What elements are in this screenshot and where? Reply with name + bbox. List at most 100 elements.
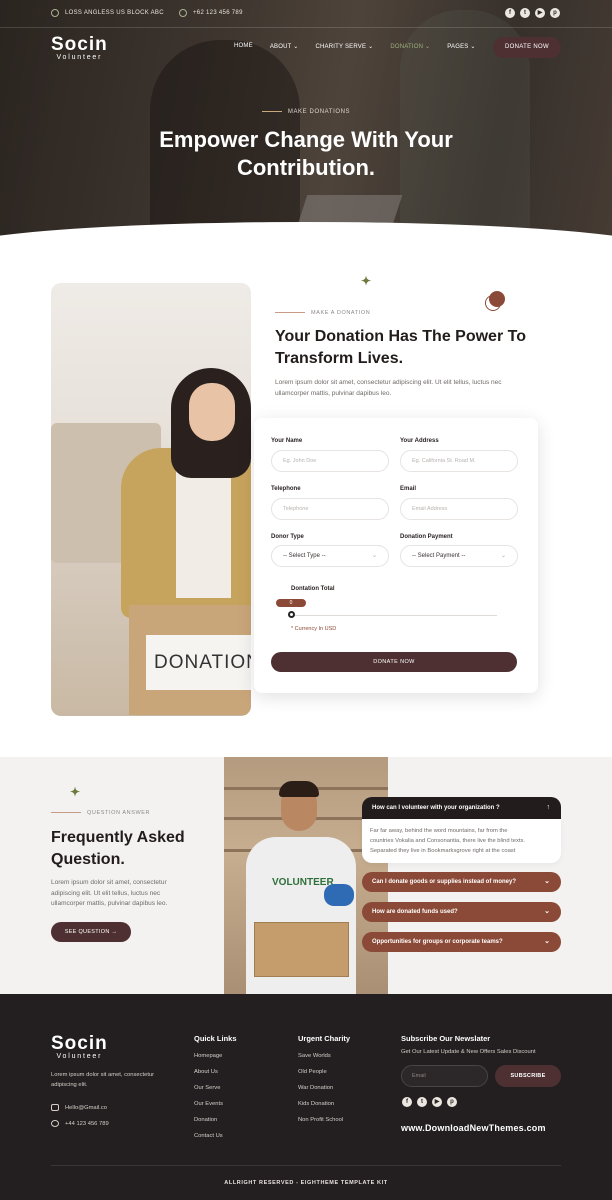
urgent-charity-title: Urgent Charity: [298, 1034, 351, 1043]
newsletter-email-input[interactable]: Email: [401, 1065, 488, 1087]
charity-link-war-donation[interactable]: War Donation: [298, 1085, 333, 1091]
name-input[interactable]: Eg. John Doe: [271, 450, 389, 472]
footer-link-about[interactable]: About Us: [194, 1069, 218, 1075]
see-question-button[interactable]: SEE QUESTION →: [51, 922, 131, 942]
donor-type-select[interactable]: -- Select Type -- ⌄: [271, 545, 389, 567]
donation-total-slider-handle[interactable]: [288, 611, 295, 618]
top-bar: LOSS ANGLESS US BLOCK ABC +62 123 456 78…: [0, 0, 612, 28]
twitter-icon[interactable]: t: [520, 8, 530, 18]
footer-link-homepage[interactable]: Homepage: [194, 1053, 222, 1059]
footer: [0, 994, 612, 1200]
donation-title-line2: Transform Lives.: [275, 350, 404, 367]
faq-title-line2: Question.: [51, 851, 125, 868]
photo-crate-shape: [254, 922, 349, 977]
email-label: Email: [400, 486, 417, 492]
form-donate-button[interactable]: DONATE NOW: [271, 652, 517, 672]
header-logo[interactable]: Socin Volunteer: [51, 35, 108, 61]
faq-question-3[interactable]: How are donated funds used? ⌄: [362, 902, 561, 922]
nav-about[interactable]: ABOUT ⌄: [270, 43, 299, 50]
sparkle-icon: ✦: [361, 274, 372, 288]
pinterest-icon[interactable]: p: [550, 8, 560, 18]
photo-hair-shape: [279, 781, 319, 797]
hero-title: Empower Change With Your Contribution.: [0, 126, 612, 182]
pinterest-icon[interactable]: p: [447, 1097, 457, 1107]
watermark-text: www.DownloadNewThemes.com: [401, 1123, 546, 1133]
donation-text-line1: Lorem ipsum dolor sit amet, consectetur …: [275, 379, 502, 386]
footer-phone[interactable]: +44 123 456 789: [51, 1120, 109, 1127]
chevron-down-icon: ⌄: [500, 553, 506, 559]
donation-payment-select[interactable]: -- Select Payment -- ⌄: [400, 545, 518, 567]
nav-pages[interactable]: PAGES ⌄: [447, 43, 475, 50]
footer-logo[interactable]: Socin Volunteer: [51, 1034, 108, 1060]
topbar-phone-text: +62 123 456 789: [193, 10, 243, 16]
chevron-up-icon: ↑: [546, 804, 551, 811]
chevron-down-icon: ⌄: [425, 44, 431, 50]
email-input[interactable]: Email Address: [400, 498, 518, 520]
chevron-down-icon: ⌄: [371, 553, 377, 559]
mail-icon: [51, 1104, 59, 1111]
donation-eyebrow-text: MAKE A DONATION: [311, 310, 371, 316]
charity-link-non-profit-school[interactable]: Non Profit School: [298, 1117, 343, 1123]
donation-total-label: Dontation Total: [291, 586, 335, 592]
donation-text-line2: ullamcorper mattis, pulvinar dapibus leo…: [275, 389, 392, 397]
chevron-down-icon: ⌄: [544, 938, 550, 945]
arrow-right-icon: →: [111, 929, 118, 935]
footer-email[interactable]: Hello@Gmail.co: [51, 1104, 107, 1111]
charity-link-old-people[interactable]: Old People: [298, 1069, 327, 1075]
charity-link-kids-donation[interactable]: Kids Donation: [298, 1101, 334, 1107]
faq-question-text: How can I volunteer with your organizati…: [372, 805, 500, 811]
topbar-address: LOSS ANGLESS US BLOCK ABC: [51, 9, 164, 17]
photo-face-shape: [189, 383, 235, 441]
faq-question-open[interactable]: How can I volunteer with your organizati…: [362, 797, 561, 819]
address-label: Your Address: [400, 438, 439, 444]
footer-phone-text: +44 123 456 789: [65, 1120, 109, 1127]
phone-icon: [51, 1120, 59, 1127]
donation-payment-value: -- Select Payment --: [412, 553, 466, 559]
logo-tagline: Volunteer: [56, 54, 103, 61]
telephone-input[interactable]: Telephone: [271, 498, 389, 520]
faq-text-line3: ullamcorper mattis, pulvinar dapibus leo…: [51, 900, 168, 907]
charity-link-save-worlds[interactable]: Save Worlds: [298, 1053, 331, 1059]
facebook-icon[interactable]: f: [505, 8, 515, 18]
chevron-down-icon: ⌄: [470, 44, 476, 50]
eyebrow-dash: [261, 110, 282, 112]
twitter-icon[interactable]: t: [417, 1097, 427, 1107]
facebook-icon[interactable]: f: [402, 1097, 412, 1107]
faq-question-4[interactable]: Opportunities for groups or corporate te…: [362, 932, 561, 952]
subscribe-button[interactable]: SUBSCRIBE: [495, 1065, 561, 1087]
footer-link-donation[interactable]: Donation: [194, 1117, 217, 1123]
faq-answer: Far far away, behind the word mountains,…: [362, 819, 561, 863]
youtube-icon[interactable]: ▶: [535, 8, 545, 18]
phone-icon: [179, 9, 187, 17]
currency-note: * Currency In USD: [291, 626, 337, 632]
address-input[interactable]: Eg. California St. Road M.: [400, 450, 518, 472]
name-label: Your Name: [271, 438, 303, 444]
footer-link-contact[interactable]: Contact Us: [194, 1133, 223, 1139]
youtube-icon[interactable]: ▶: [432, 1097, 442, 1107]
nav-home[interactable]: HOME: [234, 43, 253, 50]
newsletter-title: Subscribe Our Newslater: [401, 1034, 491, 1043]
footer-link-events[interactable]: Our Events: [194, 1101, 223, 1107]
donation-text: Lorem ipsum dolor sit amet, consectetur …: [275, 378, 502, 399]
copyright-text: ALLRIGHT RESERVED - EIGHTHEME TEMPLATE K…: [224, 1180, 388, 1186]
nav-donation[interactable]: DONATION ⌄: [390, 43, 430, 50]
faq-question-2[interactable]: Can I donate goods or supplies instead o…: [362, 872, 561, 892]
photo-tshirt-text: VOLUNTEER: [272, 877, 334, 888]
main-nav: HOME ABOUT ⌄ CHARITY SERVE ⌄ DONATION ⌄ …: [234, 43, 493, 50]
header-donate-button[interactable]: DONATE NOW: [493, 37, 561, 58]
footer-email-text: Hello@Gmail.co: [65, 1104, 107, 1111]
footer-logo-tagline: Volunteer: [56, 1053, 103, 1060]
hero-title-line1: Empower Change With Your: [159, 127, 453, 152]
footer-link-serve[interactable]: Our Serve: [194, 1085, 220, 1091]
nav-about-label: ABOUT: [269, 44, 292, 50]
nav-charity-serve[interactable]: CHARITY SERVE ⌄: [315, 43, 373, 50]
faq-title: Frequently Asked Question.: [51, 827, 185, 871]
topbar-address-text: LOSS ANGLESS US BLOCK ABC: [65, 10, 164, 16]
topbar-phone[interactable]: +62 123 456 789: [179, 9, 243, 17]
donation-total-slider-track[interactable]: [290, 615, 497, 616]
see-question-label: SEE QUESTION: [64, 929, 110, 935]
newsletter-text: Get Our Latest Update & New Offers Sales…: [401, 1049, 536, 1055]
nav-donation-label: DONATION: [390, 44, 424, 50]
photo-glove-shape: [324, 884, 354, 906]
chevron-down-icon: ⌄: [293, 44, 299, 50]
